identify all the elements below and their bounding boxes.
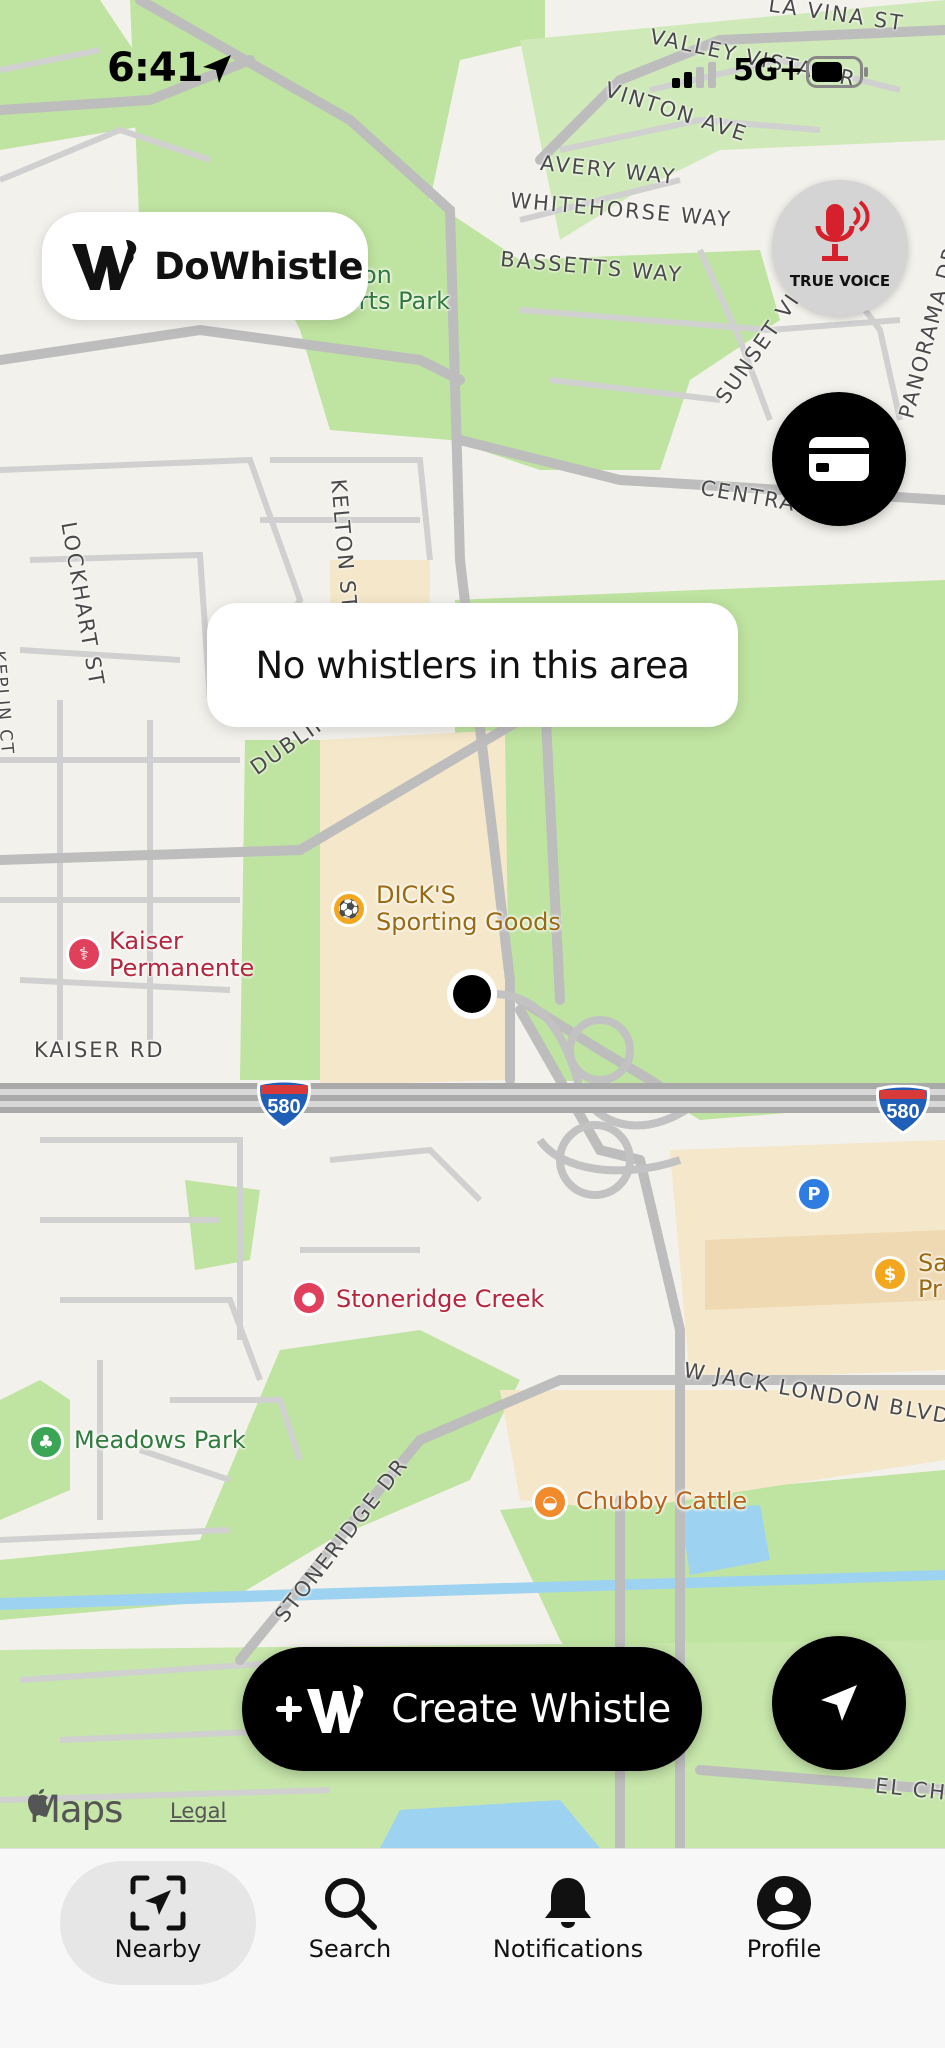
brand-pill[interactable]: DoWhistle [42,212,368,320]
create-whistle-button[interactable]: Create Whistle [242,1647,702,1771]
nearby-icon [129,1873,187,1933]
tab-profile-label: Profile [746,1935,822,1963]
tab-bar: Nearby Search Notifications Profile [0,1848,945,2048]
poi-meadows-park[interactable]: Meadows Park [74,1427,246,1454]
interstate-shield-left: 580 [255,1080,313,1130]
park-tree-icon[interactable]: ♣ [28,1424,64,1460]
poi-dicks-line1[interactable]: DICK'S [376,882,456,909]
tab-profile[interactable]: Profile [686,1861,882,1985]
poi-stoneridge-creek[interactable]: Stoneridge Creek [336,1286,544,1313]
tab-nearby-label: Nearby [114,1935,202,1963]
hospital-icon[interactable]: ⚕ [66,936,102,972]
signal-icon [672,62,716,88]
parking-icon[interactable]: P [796,1176,832,1212]
apple-logo-icon [28,1789,49,1816]
tab-search[interactable]: Search [252,1861,448,1985]
restaurant-icon[interactable]: ◒ [532,1484,568,1520]
credit-card-icon [809,437,869,481]
navigation-arrow-icon [821,1685,857,1721]
plus-whistle-icon [276,1685,364,1733]
banner-message: No whistlers in this area [255,643,690,687]
dowhistle-logo-icon [72,240,137,290]
tab-nearby[interactable]: Nearby [60,1861,256,1985]
network-type: 5G+ [733,53,804,88]
interstate-shield-right: 580 [874,1085,932,1135]
create-whistle-label: Create Whistle [391,1686,671,1732]
true-voice-label: TRUE VOICE [789,272,891,290]
interstate-number: 580 [267,1096,301,1118]
bell-icon [539,1873,597,1933]
place-marker-icon[interactable]: ● [291,1280,327,1316]
poi-dicks-line2[interactable]: Sporting Goods [376,909,561,936]
poi-right-edge-line1[interactable]: Sa [918,1250,945,1277]
poi-chubby-cattle[interactable]: Chubby Cattle [576,1488,747,1515]
card-button[interactable] [772,392,906,526]
profile-icon [755,1873,813,1933]
locate-me-button[interactable] [772,1636,906,1770]
interstate-number: 580 [886,1101,920,1123]
tab-notifications[interactable]: Notifications [470,1861,666,1985]
search-icon [321,1873,379,1933]
status-time: 6:41 [107,45,203,91]
sporting-goods-icon[interactable]: ⚽ [331,891,367,927]
true-voice-button[interactable]: TRUE VOICE [772,180,908,316]
microphone-icon [815,200,870,261]
poi-kaiser-line2[interactable]: Permanente [109,955,254,982]
poi-right-edge-line2[interactable]: Pr [918,1276,942,1303]
app-screen: LA VINA ST VALLEY VISTA DR VINTON AVE AV… [0,0,945,2048]
poi-kaiser-line1[interactable]: Kaiser [109,928,183,955]
road-label-kaiser: KAISER RD [34,1038,165,1062]
shopping-icon[interactable]: $ [872,1256,908,1292]
brand-name: DoWhistle [154,244,363,288]
legal-link[interactable]: Legal [170,1799,226,1823]
battery-icon [806,56,868,88]
tab-notifications-label: Notifications [492,1935,644,1963]
status-bar: 6:41 5G+ [0,0,945,140]
location-arrow-icon [203,55,231,83]
tab-search-label: Search [308,1935,392,1963]
maps-attribution: Maps [25,1788,123,1831]
parking-letter: P [807,1183,821,1205]
no-whistlers-banner: No whistlers in this area [207,603,738,727]
